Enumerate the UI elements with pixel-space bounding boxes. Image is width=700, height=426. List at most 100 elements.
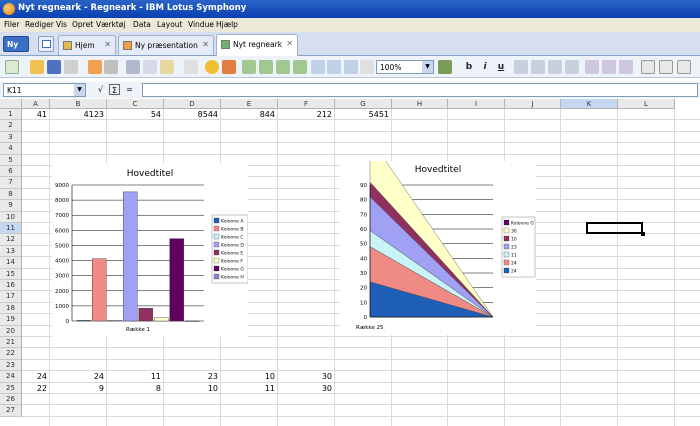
currency-icon[interactable] <box>602 60 616 74</box>
cut-icon[interactable] <box>126 60 140 74</box>
column-header-l[interactable]: L <box>618 99 675 109</box>
text-box-icon[interactable] <box>360 60 374 74</box>
borders-icon[interactable] <box>641 60 655 74</box>
align-left-icon[interactable] <box>514 60 528 74</box>
menu-filer[interactable]: Filer <box>4 20 20 29</box>
cell-d24[interactable]: 23 <box>164 371 221 382</box>
column-header-c[interactable]: C <box>107 99 164 109</box>
row-header-17[interactable]: 17 <box>0 291 22 303</box>
cell-e25[interactable]: 11 <box>221 383 278 394</box>
cell-f24[interactable]: 30 <box>278 371 335 382</box>
row-header-2[interactable]: 2 <box>0 120 22 132</box>
function-icon[interactable] <box>344 60 358 74</box>
align-center-icon[interactable] <box>531 60 545 74</box>
tab-hjem[interactable]: Hjem ✕ <box>58 35 116 55</box>
print-icon[interactable] <box>64 60 78 74</box>
redo-icon[interactable] <box>104 60 118 74</box>
menu-layout[interactable]: Layout <box>157 20 183 29</box>
column-header-f[interactable]: F <box>278 99 335 109</box>
column-header-d[interactable]: D <box>164 99 221 109</box>
sum-icon[interactable]: Σ <box>109 84 120 95</box>
cell-c24[interactable]: 11 <box>107 371 164 382</box>
close-icon[interactable]: ✕ <box>202 40 209 49</box>
cell-e1[interactable]: 844 <box>221 109 278 120</box>
indent-icon[interactable] <box>659 60 673 74</box>
row-header-16[interactable]: 16 <box>0 280 22 292</box>
menu-data[interactable]: Data <box>133 20 151 29</box>
cell-a25[interactable]: 22 <box>22 383 50 394</box>
row-header-15[interactable]: 15 <box>0 268 22 280</box>
row-header-11[interactable]: 11 <box>0 223 22 235</box>
row-header-24[interactable]: 24 <box>0 371 22 383</box>
new-button[interactable]: Ny <box>3 36 29 52</box>
menu-rediger[interactable]: Rediger <box>25 20 54 29</box>
row-header-13[interactable]: 13 <box>0 245 22 258</box>
row-header-21[interactable]: 21 <box>0 337 22 349</box>
row-header-9[interactable]: 9 <box>0 200 22 212</box>
row-header-14[interactable]: 14 <box>0 257 22 269</box>
paste-icon[interactable] <box>160 60 174 74</box>
menu-opret[interactable]: Opret <box>72 20 93 29</box>
cell-a24[interactable]: 24 <box>22 371 50 382</box>
row-header-20[interactable]: 20 <box>0 325 22 337</box>
row-header-25[interactable]: 25 <box>0 382 22 394</box>
italic-button[interactable]: i <box>478 60 492 74</box>
cell-b25[interactable]: 9 <box>50 383 107 394</box>
row-header-26[interactable]: 26 <box>0 394 22 406</box>
insert-columns-icon[interactable] <box>259 60 273 74</box>
outdent-icon[interactable] <box>677 60 691 74</box>
copy-icon[interactable] <box>143 60 157 74</box>
select-all-corner[interactable] <box>0 99 22 109</box>
menu-hjaelp[interactable]: Hjælp <box>216 20 238 29</box>
row-header-4[interactable]: 4 <box>0 143 22 155</box>
tab-ny-praesentation[interactable]: Ny præsentation ✕ <box>118 35 214 55</box>
percent-icon[interactable] <box>619 60 633 74</box>
area-chart[interactable]: Hovedtitel 0 10 20 30 40 50 60 70 80 90 Række 25 Kol… <box>340 161 536 335</box>
close-icon[interactable]: ✕ <box>104 40 111 49</box>
column-header-h[interactable]: H <box>392 99 448 109</box>
row-header-1[interactable]: 1 <box>0 109 22 121</box>
row-header-27[interactable]: 27 <box>0 405 22 417</box>
menu-vis[interactable]: Vis <box>56 20 67 29</box>
zoom-select[interactable]: 100% ▼ <box>376 60 434 74</box>
cell-d25[interactable]: 10 <box>164 383 221 394</box>
tab-nyt-regneark[interactable]: Nyt regneark ✕ <box>216 34 298 56</box>
row-header-7[interactable]: 7 <box>0 177 22 189</box>
cell-c1[interactable]: 54 <box>107 109 164 120</box>
bold-button[interactable]: b <box>462 60 476 74</box>
format-painter-icon[interactable] <box>184 60 198 74</box>
formula-input[interactable] <box>142 83 698 97</box>
underline-button[interactable]: u <box>494 60 508 74</box>
cell-c25[interactable]: 8 <box>107 383 164 394</box>
cell-d1[interactable]: 8544 <box>164 109 221 120</box>
cell-g1[interactable]: 5451 <box>335 109 392 120</box>
name-box[interactable]: K11 ▼ <box>3 83 86 97</box>
column-header-b[interactable]: B <box>50 99 107 109</box>
delete-rows-icon[interactable] <box>276 60 290 74</box>
chart-icon[interactable] <box>438 60 452 74</box>
window-list-button[interactable] <box>38 36 54 52</box>
align-right-icon[interactable] <box>548 60 562 74</box>
row-header-6[interactable]: 6 <box>0 166 22 178</box>
equals-icon[interactable]: = <box>124 84 135 95</box>
row-header-10[interactable]: 10 <box>0 211 22 223</box>
column-header-a[interactable]: A <box>22 99 50 109</box>
menu-vindue[interactable]: Vindue <box>188 20 214 29</box>
row-header-5[interactable]: 5 <box>0 154 22 166</box>
insert-rows-icon[interactable] <box>242 60 256 74</box>
image-icon[interactable] <box>222 60 236 74</box>
column-header-i[interactable]: I <box>448 99 505 109</box>
cell-f1[interactable]: 212 <box>278 109 335 120</box>
row-header-19[interactable]: 19 <box>0 314 22 326</box>
cell-e24[interactable]: 10 <box>221 371 278 382</box>
row-header-12[interactable]: 12 <box>0 234 22 246</box>
row-header-22[interactable]: 22 <box>0 348 22 360</box>
open-folder-icon[interactable] <box>30 60 44 74</box>
new-document-icon[interactable] <box>5 60 19 74</box>
cell-b24[interactable]: 24 <box>50 371 107 382</box>
column-header-k[interactable]: K <box>561 99 618 109</box>
column-header-g[interactable]: G <box>335 99 392 109</box>
cell-b1[interactable]: 4123 <box>50 109 107 120</box>
function-wizard-icon[interactable]: √ <box>95 84 106 95</box>
cell-f25[interactable]: 30 <box>278 383 335 394</box>
